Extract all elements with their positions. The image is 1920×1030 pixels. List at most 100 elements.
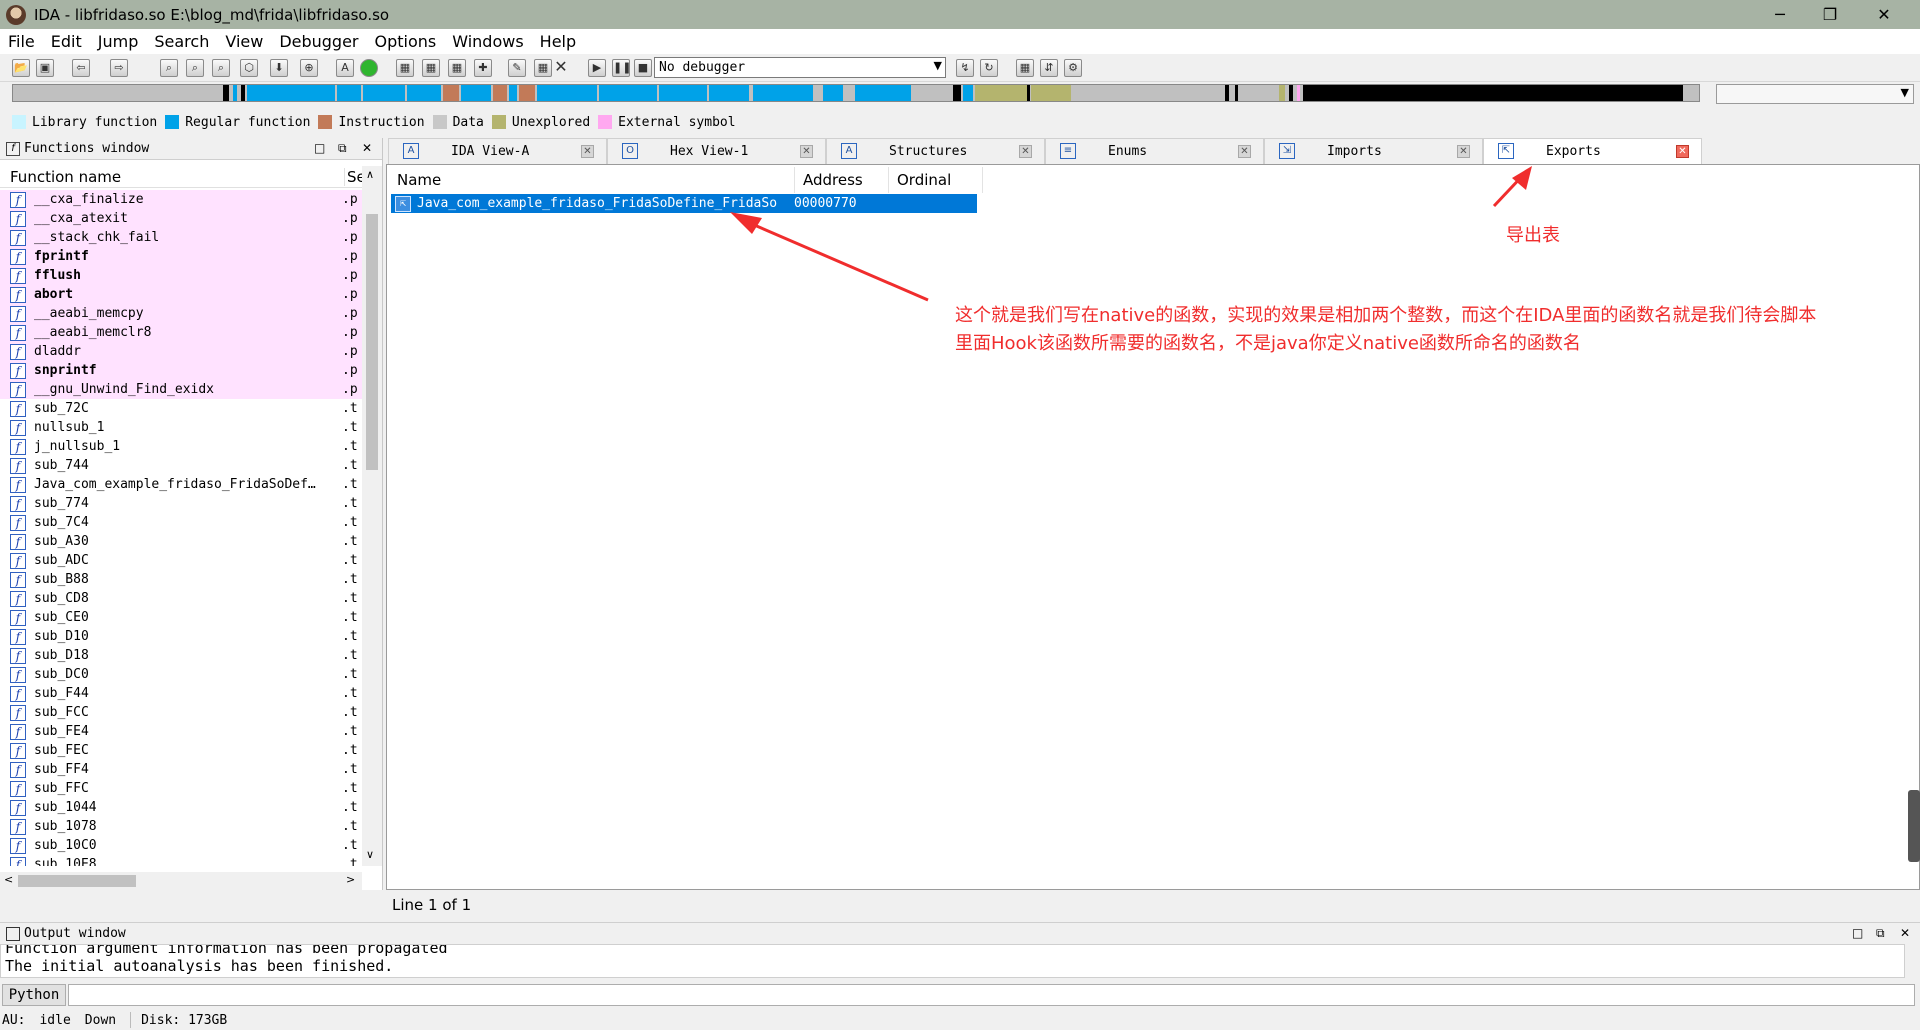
list-item[interactable]: f sub_D18 .t: [0, 646, 370, 665]
menu-view[interactable]: View: [217, 32, 271, 51]
scroll-down-icon[interactable]: ∨: [366, 848, 374, 861]
list-item[interactable]: f sub_10C0 .t: [0, 836, 370, 855]
scroll-right-icon[interactable]: >: [346, 873, 355, 886]
minimize-button[interactable]: ─: [1752, 0, 1808, 29]
column-name[interactable]: Name: [389, 167, 795, 193]
back-icon[interactable]: ⇦: [72, 59, 90, 77]
functions-horizontal-scrollbar[interactable]: < >: [0, 872, 362, 890]
menu-windows[interactable]: Windows: [444, 32, 531, 51]
menu-file[interactable]: File: [0, 32, 43, 51]
menu-search[interactable]: Search: [146, 32, 217, 51]
float-icon[interactable]: ⧉: [338, 141, 347, 156]
side-scroll-indicator[interactable]: [1908, 790, 1920, 862]
navigation-band[interactable]: [12, 84, 1700, 102]
list-item[interactable]: f sub_F44 .t: [0, 684, 370, 703]
debugger-select[interactable]: No debugger ▼: [654, 57, 946, 78]
menu-jump[interactable]: Jump: [90, 32, 147, 51]
flow-icon[interactable]: ⇵: [1040, 59, 1058, 77]
list-item[interactable]: f __cxa_finalize .p: [0, 190, 370, 209]
ref-icon[interactable]: ⊕: [300, 59, 318, 77]
attach-icon[interactable]: ↯: [956, 59, 974, 77]
list-item[interactable]: f sub_FFC .t: [0, 779, 370, 798]
list-item[interactable]: f __stack_chk_fail .p: [0, 228, 370, 247]
search-binary-icon[interactable]: ⌕: [160, 59, 178, 77]
column-address[interactable]: Address: [795, 167, 889, 193]
list-item[interactable]: f sub_FE4 .t: [0, 722, 370, 741]
run-analysis-icon[interactable]: [360, 59, 378, 77]
segment-select[interactable]: ▼: [1716, 84, 1914, 104]
tab-hex-view-1[interactable]: O Hex View-1 ✕: [607, 138, 826, 164]
list-item[interactable]: f sub_FEC .t: [0, 741, 370, 760]
maximize-icon[interactable]: □: [1852, 926, 1863, 940]
menu-edit[interactable]: Edit: [43, 32, 90, 51]
list-item[interactable]: f fprintf .p: [0, 247, 370, 266]
list-item[interactable]: f sub_ADC .t: [0, 551, 370, 570]
close-button[interactable]: ✕: [1856, 0, 1912, 29]
list-item[interactable]: f sub_10E8 .t: [0, 855, 370, 866]
list-item[interactable]: f sub_774 .t: [0, 494, 370, 513]
maximize-icon[interactable]: □: [314, 141, 325, 155]
graph-icon[interactable]: ▦: [1016, 59, 1034, 77]
list-item[interactable]: f dladdr .p: [0, 342, 370, 361]
font-icon[interactable]: A: [336, 59, 354, 77]
list-item[interactable]: f abort .p: [0, 285, 370, 304]
save-icon[interactable]: ▣: [36, 59, 54, 77]
list-item[interactable]: f sub_A30 .t: [0, 532, 370, 551]
close-icon[interactable]: ✕: [581, 145, 594, 158]
close-icon[interactable]: ✕: [800, 145, 813, 158]
add-icon[interactable]: ✚: [474, 59, 492, 77]
command-input[interactable]: [68, 984, 1915, 1006]
close-icon[interactable]: ✕: [1676, 145, 1689, 158]
struct-icon[interactable]: ▦: [448, 59, 466, 77]
list-item[interactable]: f __aeabi_memclr8 .p: [0, 323, 370, 342]
functions-vertical-scrollbar[interactable]: ∧ ∨: [362, 166, 382, 866]
close-icon[interactable]: ✕: [362, 141, 372, 155]
scroll-left-icon[interactable]: <: [4, 873, 13, 886]
list-item[interactable]: f sub_CE0 .t: [0, 608, 370, 627]
open-file-icon[interactable]: 📂: [12, 59, 30, 77]
delete-icon[interactable]: ✕: [552, 59, 570, 77]
list-item[interactable]: f Java_com_example_fridaso_FridaSoDef… .t: [0, 475, 370, 494]
play-icon[interactable]: ▶: [588, 59, 606, 77]
list-item[interactable]: f sub_B88 .t: [0, 570, 370, 589]
close-icon[interactable]: ✕: [1900, 926, 1910, 940]
restore-button[interactable]: ❐: [1802, 0, 1858, 29]
list-item[interactable]: f sub_7C4 .t: [0, 513, 370, 532]
list-item[interactable]: f nullsub_1 .t: [0, 418, 370, 437]
scrollbar-thumb[interactable]: [18, 875, 136, 887]
list-item[interactable]: f sub_FCC .t: [0, 703, 370, 722]
tab-exports[interactable]: ⇱ Exports ✕: [1483, 138, 1702, 165]
menu-help[interactable]: Help: [532, 32, 584, 51]
list-item[interactable]: f __aeabi_memcpy .p: [0, 304, 370, 323]
plugin-icon[interactable]: ✎: [508, 59, 526, 77]
close-icon[interactable]: ✕: [1238, 145, 1251, 158]
stop-icon[interactable]: ■: [634, 59, 652, 77]
exports-table-row[interactable]: ⇱ Java_com_example_fridaso_FridaSoDefine…: [391, 194, 977, 213]
mark-icon[interactable]: ⬡: [240, 59, 258, 77]
column-ordinal[interactable]: Ordinal: [889, 167, 983, 193]
menu-debugger[interactable]: Debugger: [271, 32, 366, 51]
list-item[interactable]: f sub_CD8 .t: [0, 589, 370, 608]
list-item[interactable]: f sub_72C .t: [0, 399, 370, 418]
list-item[interactable]: f sub_1044 .t: [0, 798, 370, 817]
pause-icon[interactable]: ❚❚: [612, 59, 631, 77]
list-item[interactable]: f snprintf .p: [0, 361, 370, 380]
list-item[interactable]: f j_nullsub_1 .t: [0, 437, 370, 456]
list-item[interactable]: f __cxa_atexit .p: [0, 209, 370, 228]
tab-enums[interactable]: ≡ Enums ✕: [1045, 138, 1264, 164]
tab-structures[interactable]: A Structures ✕: [826, 138, 1045, 164]
scrollbar-thumb[interactable]: [366, 214, 378, 470]
settings-icon[interactable]: ⚙: [1064, 59, 1082, 77]
python-button[interactable]: Python: [2, 984, 66, 1006]
list-item[interactable]: f sub_DC0 .t: [0, 665, 370, 684]
float-icon[interactable]: ⧉: [1876, 926, 1885, 941]
patch-icon[interactable]: ▦: [534, 59, 552, 77]
list-item[interactable]: f __gnu_Unwind_Find_exidx .p: [0, 380, 370, 399]
data-icon[interactable]: ▦: [422, 59, 440, 77]
close-icon[interactable]: ✕: [1019, 145, 1032, 158]
tab-imports[interactable]: ⇲ Imports ✕: [1264, 138, 1483, 164]
code-icon[interactable]: ▦: [396, 59, 414, 77]
close-icon[interactable]: ✕: [1457, 145, 1470, 158]
list-item[interactable]: f fflush .p: [0, 266, 370, 285]
menu-options[interactable]: Options: [367, 32, 445, 51]
